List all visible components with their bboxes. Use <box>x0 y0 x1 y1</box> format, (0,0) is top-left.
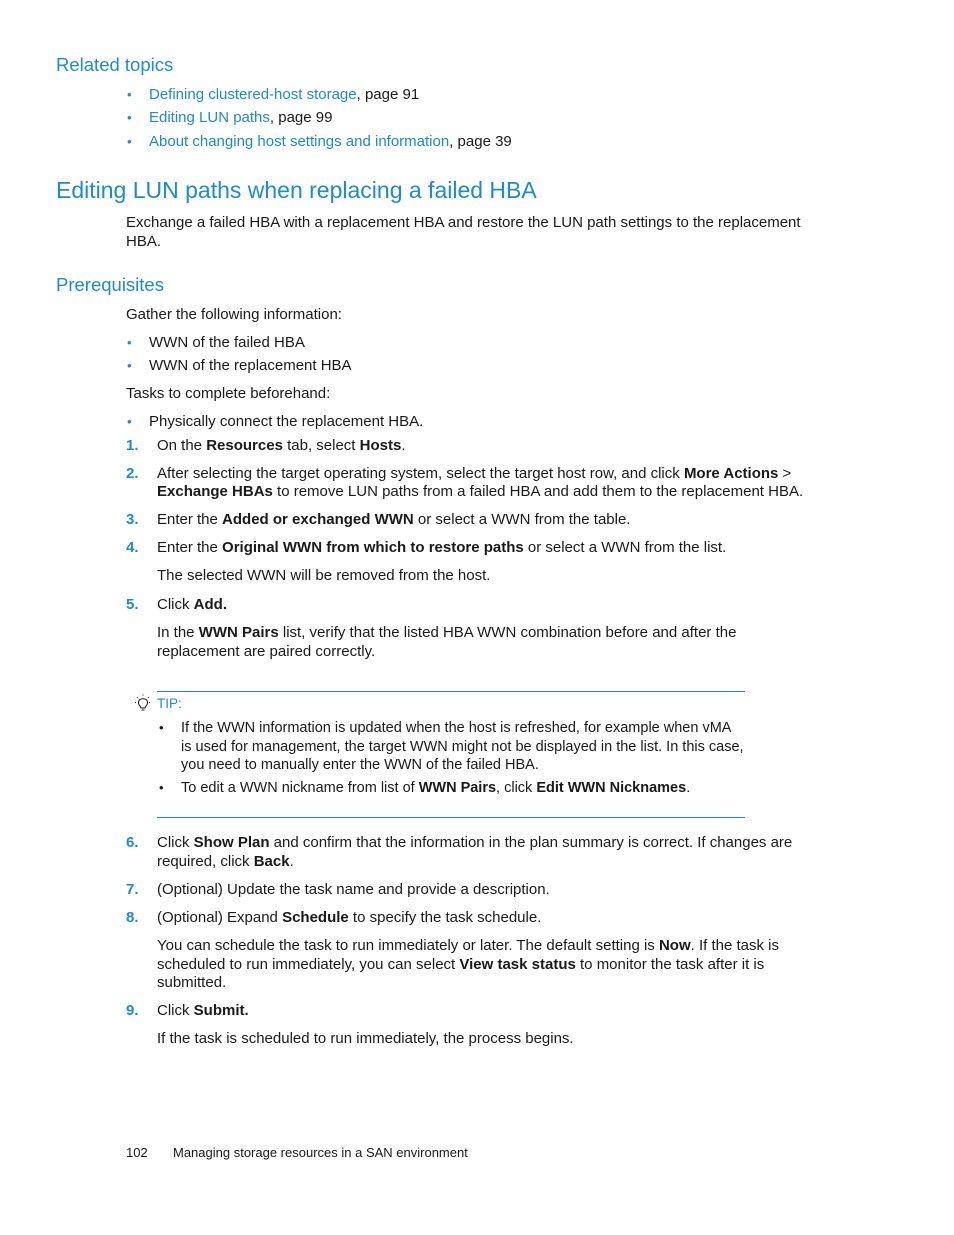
step-9-note: If the task is scheduled to run immediat… <box>157 1030 574 1047</box>
step-number: 7. <box>126 881 139 898</box>
related-topic-item: • About changing host settings and infor… <box>127 133 512 152</box>
ui-term: Exchange HBAs <box>157 483 273 500</box>
gather-item-text: WWN of the replacement HBA <box>149 357 352 374</box>
tip-label: TIP: <box>157 696 182 711</box>
ui-term: WWN Pairs <box>418 780 497 796</box>
step-number: 5. <box>126 596 139 613</box>
page-reference: , page 99 <box>269 109 333 126</box>
step-4: 4. Enter the Original WWN from which to … <box>126 539 727 556</box>
step-4-note: The selected WWN will be removed from th… <box>157 567 491 584</box>
ui-term: Now <box>658 937 691 954</box>
bullet-icon: • <box>159 780 164 795</box>
step-number: 9. <box>126 1002 139 1019</box>
bullet-icon: • <box>159 720 164 735</box>
page-reference: , page 91 <box>356 86 420 103</box>
tasks-label: Tasks to complete beforehand: <box>126 385 331 402</box>
bullet-icon: • <box>127 335 132 350</box>
tip-top-rule <box>157 691 745 692</box>
step-1: 1. On the Resources tab, select Hosts. <box>126 437 406 454</box>
gather-label: Gather the following information: <box>126 306 342 323</box>
step-number: 8. <box>126 909 139 926</box>
task-item-text: Physically connect the replacement HBA. <box>149 413 424 430</box>
step-7: 7. (Optional) Update the task name and p… <box>126 881 550 898</box>
related-topic-link[interactable]: Editing LUN paths <box>149 109 270 126</box>
bullet-icon: • <box>127 87 132 102</box>
ui-term: WWN Pairs <box>198 624 279 641</box>
step-5: 5. Click Add. <box>126 596 227 613</box>
tip-bottom-rule <box>157 817 745 818</box>
section-intro-line: HBA. <box>126 233 162 250</box>
step-number: 2. <box>126 465 139 482</box>
ui-term: Original WWN from which to restore paths <box>222 539 524 556</box>
ui-term: Schedule <box>282 909 349 926</box>
related-topics-heading: Related topics <box>56 54 174 75</box>
tip-item: • If the WWN information is updated when… <box>159 720 744 773</box>
step-8: 8. (Optional) Expand Schedule to specify… <box>126 909 542 926</box>
page-number: 102 <box>126 1145 148 1160</box>
ui-term: View task status <box>459 955 576 973</box>
ui-term: Edit WWN Nicknames <box>536 780 687 796</box>
ui-term: Hosts <box>359 437 402 454</box>
lightbulb-icon <box>134 694 152 714</box>
ui-term: Back <box>253 853 290 870</box>
page-reference: , page 39 <box>449 133 512 150</box>
prerequisites-heading: Prerequisites <box>56 274 164 295</box>
ui-term: Added or exchanged WWN <box>222 511 414 528</box>
bullet-icon: • <box>127 134 132 149</box>
related-topic-link[interactable]: About changing host settings and informa… <box>149 133 449 150</box>
section-intro-line: Exchange a failed HBA with a replacement… <box>126 214 801 231</box>
tip-item: • To edit a WWN nickname from list of WW… <box>159 780 691 796</box>
bullet-icon: • <box>127 110 132 125</box>
gather-item: • WWN of the failed HBA <box>127 334 305 353</box>
step-number: 3. <box>126 511 139 528</box>
ui-term: Show Plan <box>193 834 270 851</box>
related-topic-item: • Editing LUN paths, page 99 <box>127 109 332 128</box>
step-5-note: In the WWN Pairs list, verify that the l… <box>157 624 737 660</box>
step-2: 2. After selecting the target operating … <box>126 465 804 500</box>
step-number: 1. <box>126 437 139 454</box>
step-8-note: You can schedule the task to run immedia… <box>157 937 780 991</box>
related-topic-item: • Defining clustered-host storage, page … <box>127 86 419 105</box>
gather-item-text: WWN of the failed HBA <box>149 334 305 351</box>
step-9: 9. Click Submit. <box>126 1002 249 1019</box>
section-title: Editing LUN paths when replacing a faile… <box>56 177 537 203</box>
gather-item: • WWN of the replacement HBA <box>127 357 352 376</box>
bullet-icon: • <box>127 358 132 373</box>
bullet-icon: • <box>127 414 132 429</box>
step-6: 6. Click Show Plan and confirm that the … <box>126 834 793 870</box>
step-number: 4. <box>126 539 139 556</box>
ui-term: Add. <box>193 596 227 613</box>
footer-chapter: Managing storage resources in a SAN envi… <box>173 1145 468 1160</box>
task-item: • Physically connect the replacement HBA… <box>127 413 423 432</box>
step-3: 3. Enter the Added or exchanged WWN or s… <box>126 511 631 528</box>
step-number: 6. <box>126 834 139 851</box>
related-topic-link[interactable]: Defining clustered-host storage <box>149 86 357 103</box>
ui-term: Resources <box>206 437 283 454</box>
ui-term: Submit. <box>193 1002 249 1019</box>
ui-term: More Actions <box>683 465 779 482</box>
